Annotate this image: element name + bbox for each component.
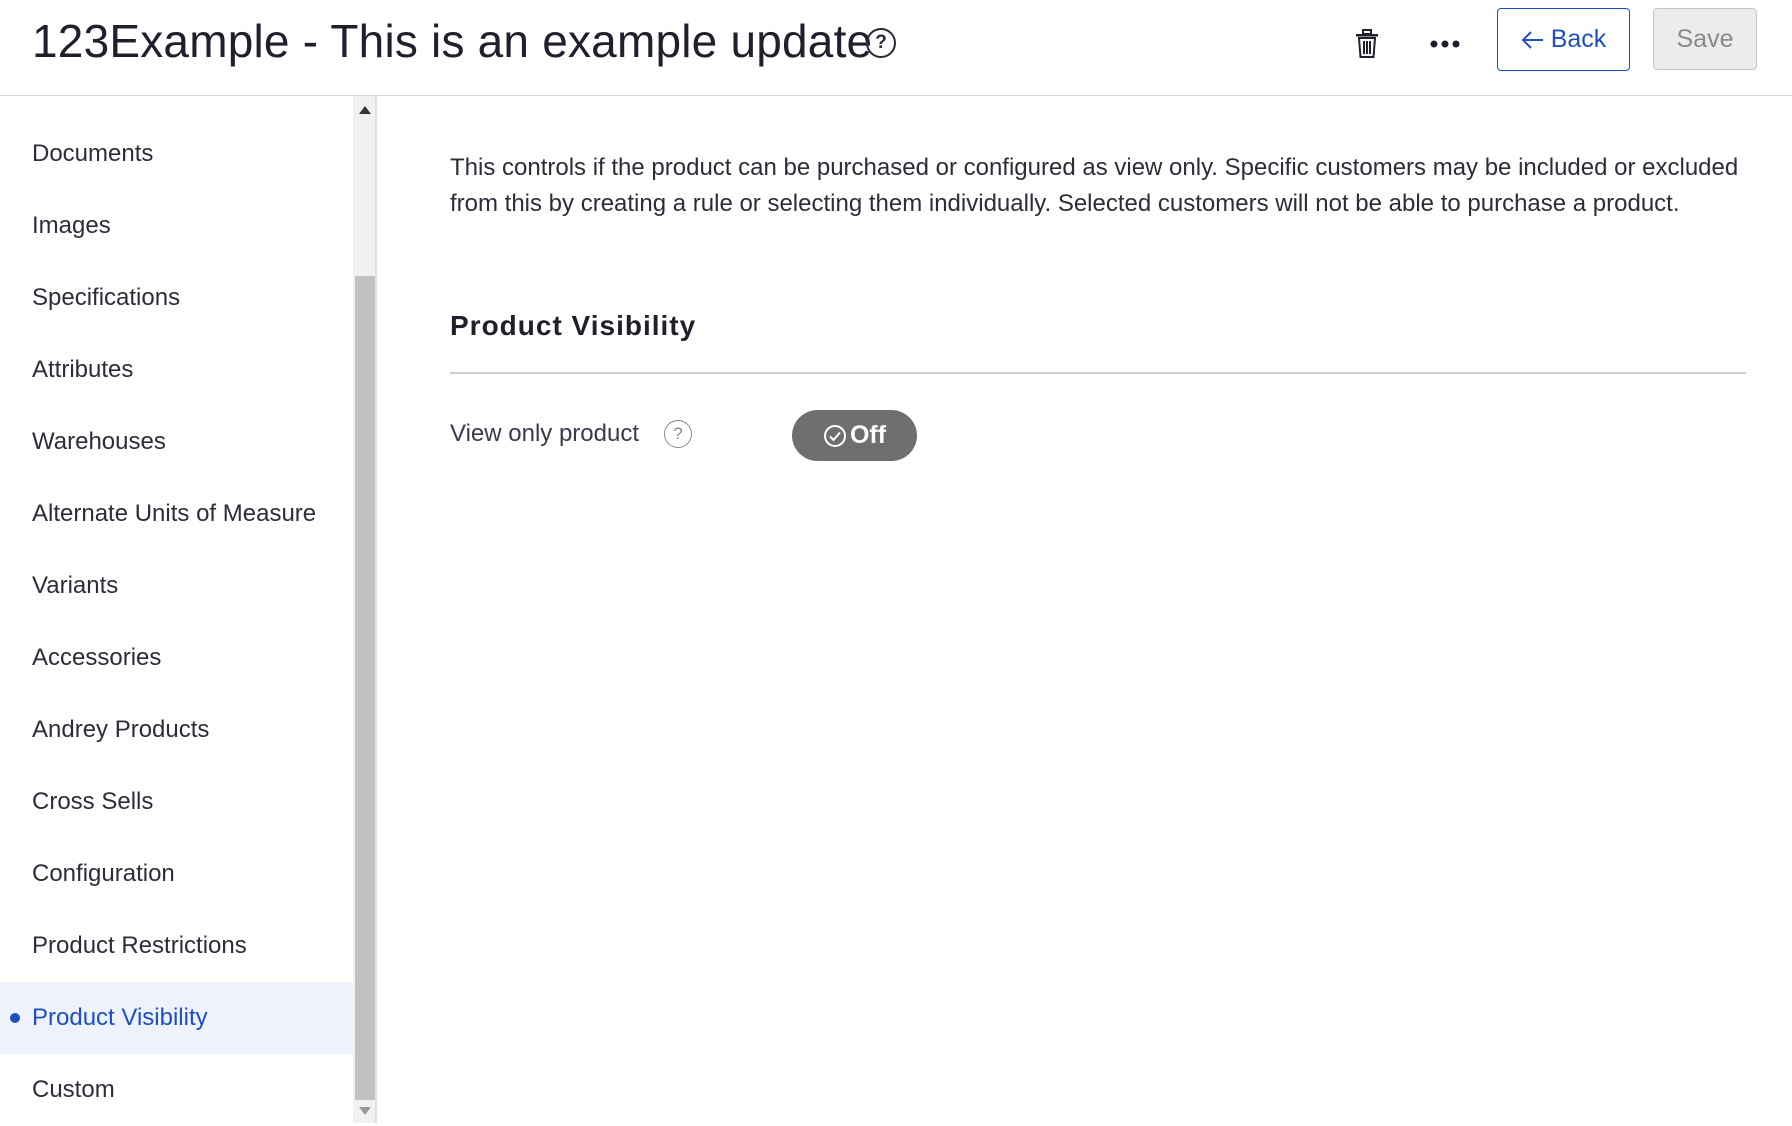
sidebar-item-cross-sells[interactable]: Cross Sells: [0, 766, 353, 838]
page-title: 123Example - This is an example update: [32, 15, 873, 67]
sidebar-nav: Documents Images Specifications Attribut…: [0, 96, 353, 1123]
view-only-toggle[interactable]: Off: [792, 410, 917, 461]
more-options-button[interactable]: [1423, 22, 1467, 66]
page-header: 123Example - This is an example update ?…: [0, 0, 1792, 96]
more-horizontal-icon: [1430, 40, 1460, 48]
help-circle-icon[interactable]: ?: [866, 28, 896, 58]
scroll-down-arrow-icon[interactable]: [359, 1107, 371, 1115]
scrollbar-thumb[interactable]: [355, 276, 375, 1100]
sidebar-item-label: Accessories: [32, 644, 162, 671]
sidebar-item-label: Andrey Products: [32, 716, 210, 743]
active-indicator-dot: [10, 1013, 20, 1023]
section-description: This controls if the product can be purc…: [450, 154, 1739, 217]
sidebar-item-label: Cross Sells: [32, 788, 154, 815]
sidebar-item-warehouses[interactable]: Warehouses: [0, 406, 353, 478]
scroll-up-arrow-icon[interactable]: [359, 106, 371, 114]
sidebar-item-label: Images: [32, 212, 111, 239]
section-divider: [450, 372, 1746, 374]
sidebar-item-specifications[interactable]: Specifications: [0, 262, 353, 334]
sidebar-item-images[interactable]: Images: [0, 190, 353, 262]
sidebar-item-label: Specifications: [32, 284, 181, 311]
sidebar-item-label: Product Visibility: [32, 1004, 208, 1031]
help-circle-icon[interactable]: ?: [664, 420, 692, 448]
sidebar-item-configuration[interactable]: Configuration: [0, 838, 353, 910]
sidebar-item-accessories[interactable]: Accessories: [0, 622, 353, 694]
sidebar-item-label: Variants: [32, 572, 119, 599]
sidebar-item-alternate-units[interactable]: Alternate Units of Measure: [0, 478, 353, 550]
main-content: This controls if the product can be purc…: [378, 96, 1792, 1123]
sidebar-item-label: Product Restrictions: [32, 932, 247, 959]
sidebar-item-documents[interactable]: Documents: [0, 118, 353, 190]
sidebar-item-label: Documents: [32, 140, 154, 167]
back-button-label: Back: [1550, 25, 1607, 53]
sidebar-item-andrey-products[interactable]: Andrey Products: [0, 694, 353, 766]
sidebar-item-product-restrictions[interactable]: Product Restrictions: [0, 910, 353, 982]
check-circle-icon: [823, 424, 846, 447]
view-only-product-label: View only product: [450, 420, 639, 447]
sidebar-item-custom[interactable]: Custom: [0, 1054, 353, 1126]
save-button[interactable]: Save: [1653, 8, 1757, 70]
toggle-label: Off: [849, 421, 887, 449]
sidebar-item-label: Attributes: [32, 356, 134, 383]
delete-button[interactable]: [1345, 22, 1389, 66]
section-title: Product Visibility: [450, 310, 697, 341]
sidebar-item-label: Warehouses: [32, 428, 166, 455]
back-button[interactable]: Back: [1497, 8, 1630, 71]
sidebar-scrollbar[interactable]: [353, 96, 377, 1123]
sidebar-item-attributes[interactable]: Attributes: [0, 334, 353, 406]
sidebar-item-variants[interactable]: Variants: [0, 550, 353, 622]
sidebar-item-label: Alternate Units of Measure: [32, 500, 317, 527]
arrow-left-icon: [1521, 30, 1543, 49]
sidebar-item-label: Configuration: [32, 860, 175, 887]
sidebar-item-label: Custom: [32, 1076, 115, 1103]
sidebar-item-product-visibility[interactable]: Product Visibility: [0, 982, 353, 1054]
trash-icon: [1356, 29, 1378, 58]
